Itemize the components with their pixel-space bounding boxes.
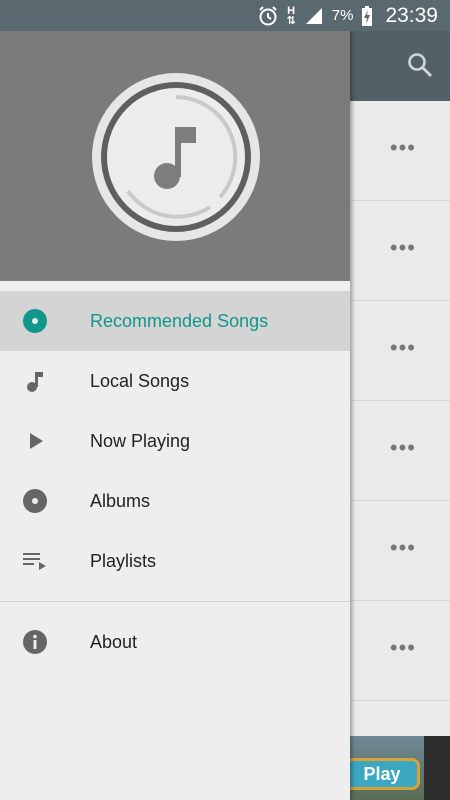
network-type-icon: H ⇅ bbox=[286, 4, 296, 27]
menu-item-now-playing[interactable]: Now Playing bbox=[0, 411, 350, 471]
menu-divider bbox=[0, 601, 350, 602]
album-icon bbox=[22, 488, 48, 514]
menu-item-label: Albums bbox=[90, 490, 151, 511]
search-icon[interactable] bbox=[406, 51, 434, 84]
menu-item-playlists[interactable]: Playlists bbox=[0, 531, 350, 591]
menu-item-label: About bbox=[90, 631, 138, 652]
alarm-icon bbox=[257, 5, 279, 27]
battery-percent: 7% bbox=[331, 7, 354, 24]
menu-item-local-songs[interactable]: Local Songs bbox=[0, 351, 350, 411]
battery-charging-icon bbox=[361, 5, 373, 27]
more-options-icon[interactable]: ••• bbox=[390, 237, 416, 259]
navigation-drawer: Recommended Songs Local Songs Now Playin… bbox=[0, 31, 350, 800]
ad-banner[interactable]: Play bbox=[350, 736, 450, 800]
info-icon bbox=[22, 629, 48, 655]
menu-item-label: Local Songs bbox=[90, 370, 190, 391]
more-options-icon[interactable]: ••• bbox=[390, 337, 416, 359]
playlist-icon bbox=[22, 548, 48, 574]
menu-item-recommended-songs[interactable]: Recommended Songs bbox=[0, 291, 350, 351]
menu-item-albums[interactable]: Albums bbox=[0, 471, 350, 531]
menu-item-label: Now Playing bbox=[90, 430, 191, 451]
menu-item-about[interactable]: About bbox=[0, 612, 350, 672]
drawer-header bbox=[0, 31, 350, 281]
status-bar: H ⇅ 7% 23:39 bbox=[0, 0, 450, 31]
menu-item-label: Playlists bbox=[90, 550, 157, 571]
more-options-icon[interactable]: ••• bbox=[390, 537, 416, 559]
more-options-icon[interactable]: ••• bbox=[390, 137, 416, 159]
ad-play-button[interactable]: Play bbox=[350, 758, 420, 790]
drawer-menu: Recommended Songs Local Songs Now Playin… bbox=[0, 281, 350, 672]
play-icon bbox=[22, 428, 48, 454]
music-note-icon bbox=[22, 368, 48, 394]
menu-item-label: Recommended Songs bbox=[90, 310, 269, 331]
disc-icon bbox=[22, 308, 48, 334]
more-options-icon[interactable]: ••• bbox=[390, 637, 416, 659]
more-options-icon[interactable]: ••• bbox=[390, 437, 416, 459]
clock-time: 23:39 bbox=[385, 3, 438, 27]
music-app-logo-icon bbox=[92, 73, 260, 241]
signal-icon bbox=[304, 5, 324, 27]
